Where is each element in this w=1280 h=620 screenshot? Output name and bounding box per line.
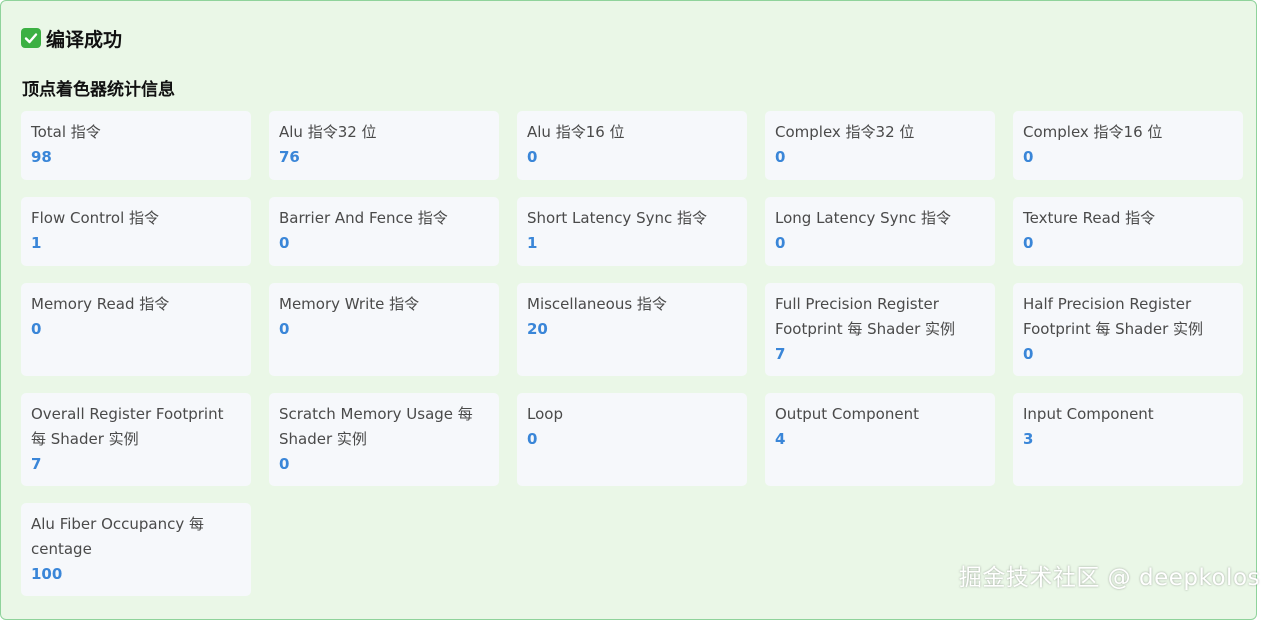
stat-card: Memory Read 指令0 [21,283,251,376]
stat-label: Loop [527,402,737,427]
stat-value: 0 [1023,145,1233,170]
stat-label: Memory Read 指令 [31,292,241,317]
stat-card: Half Precision Register Footprint 每 Shad… [1013,283,1243,376]
stat-value: 0 [527,427,737,452]
stat-label: Alu 指令32 位 [279,120,489,145]
stat-card: Long Latency Sync 指令0 [765,197,995,266]
compile-status-text: 编译成功 [46,25,122,52]
stat-value: 0 [31,317,241,342]
stat-card: Barrier And Fence 指令0 [269,197,499,266]
stat-card: Input Component3 [1013,393,1243,486]
stats-grid: Total 指令98Alu 指令32 位76Alu 指令16 位0Complex… [21,111,1244,596]
stat-label: Long Latency Sync 指令 [775,206,985,231]
stat-label: Flow Control 指令 [31,206,241,231]
stat-value: 0 [279,317,489,342]
stat-value: 1 [527,231,737,256]
stat-value: 3 [1023,427,1233,452]
stat-label: Input Component [1023,402,1233,427]
stat-card: Complex 指令32 位0 [765,111,995,180]
stat-card: Loop0 [517,393,747,486]
stat-label: Miscellaneous 指令 [527,292,737,317]
stat-card: Short Latency Sync 指令1 [517,197,747,266]
stat-card: Overall Register Footprint 每 Shader 实例7 [21,393,251,486]
stat-label: Alu 指令16 位 [527,120,737,145]
stat-label: Complex 指令16 位 [1023,120,1233,145]
stat-label: Half Precision Register Footprint 每 Shad… [1023,292,1233,342]
stat-value: 7 [31,452,241,477]
stat-card: Texture Read 指令0 [1013,197,1243,266]
compile-result-panel: 编译成功 顶点着色器统计信息 Total 指令98Alu 指令32 位76Alu… [0,0,1257,620]
stat-value: 76 [279,145,489,170]
stat-value: 0 [1023,231,1233,256]
stat-value: 0 [279,231,489,256]
stat-label: Overall Register Footprint 每 Shader 实例 [31,402,241,452]
stat-value: 20 [527,317,737,342]
stat-label: Complex 指令32 位 [775,120,985,145]
stat-card: Alu Fiber Occupancy 每 centage100 [21,503,251,596]
stat-value: 0 [527,145,737,170]
stat-value: 1 [31,231,241,256]
stat-label: Memory Write 指令 [279,292,489,317]
stat-card: Memory Write 指令0 [269,283,499,376]
stat-value: 4 [775,427,985,452]
watermark: 掘金技术社区 @ deepkolos [959,558,1260,592]
stat-value: 100 [31,562,241,587]
stat-label: Alu Fiber Occupancy 每 centage [31,512,241,562]
stat-value: 0 [775,231,985,256]
stat-card: Complex 指令16 位0 [1013,111,1243,180]
section-title: 顶点着色器统计信息 [22,75,175,100]
stat-value: 0 [1023,342,1233,367]
stat-label: Total 指令 [31,120,241,145]
stat-label: Full Precision Register Footprint 每 Shad… [775,292,985,342]
stat-card: Scratch Memory Usage 每 Shader 实例0 [269,393,499,486]
stat-value: 98 [31,145,241,170]
stat-card: Miscellaneous 指令20 [517,283,747,376]
stat-card: Total 指令98 [21,111,251,180]
check-icon [21,28,41,48]
stat-card: Full Precision Register Footprint 每 Shad… [765,283,995,376]
stat-card: Alu 指令16 位0 [517,111,747,180]
stat-card: Alu 指令32 位76 [269,111,499,180]
stat-label: Output Component [775,402,985,427]
stat-card: Output Component4 [765,393,995,486]
stat-value: 7 [775,342,985,367]
stat-label: Scratch Memory Usage 每 Shader 实例 [279,402,489,452]
stat-label: Barrier And Fence 指令 [279,206,489,231]
stat-card: Flow Control 指令1 [21,197,251,266]
compile-status: 编译成功 [21,25,122,51]
stat-label: Short Latency Sync 指令 [527,206,737,231]
stat-value: 0 [775,145,985,170]
stat-value: 0 [279,452,489,477]
stat-label: Texture Read 指令 [1023,206,1233,231]
